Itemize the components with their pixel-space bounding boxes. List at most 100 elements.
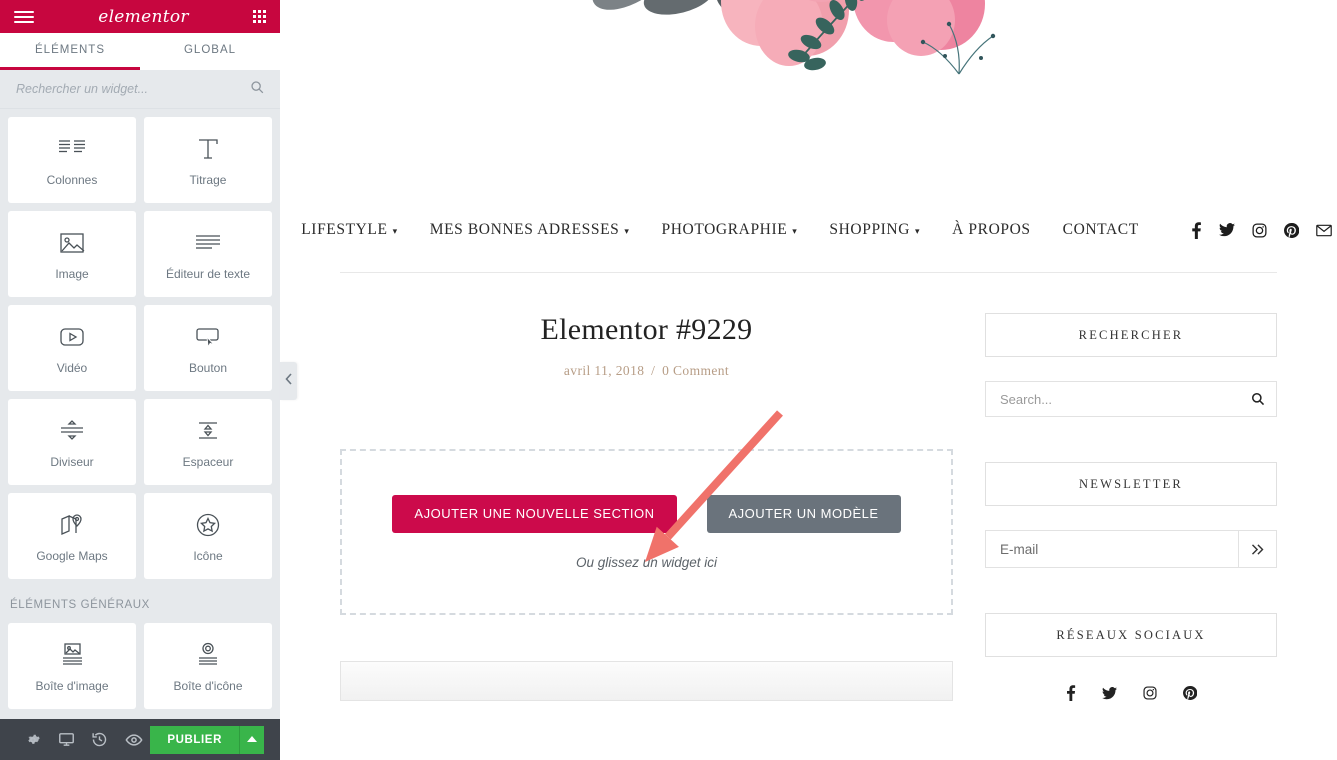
responsive-monitor-icon[interactable] (50, 719, 84, 760)
image-icon (59, 228, 85, 258)
drop-area-buttons: AJOUTER UNE NOUVELLE SECTION AJOUTER UN … (392, 494, 901, 533)
widget-bouton[interactable]: Bouton (144, 305, 272, 391)
nav-label: LIFESTYLE (301, 221, 388, 238)
columns-icon (58, 134, 86, 164)
site-banner-floral (280, 0, 1337, 200)
newsletter-email-input[interactable] (986, 531, 1238, 567)
post-comments-count[interactable]: 0 Comment (662, 363, 729, 378)
caret-up-icon[interactable] (239, 725, 264, 754)
tab-elements[interactable]: ÉLÉMENTS (0, 33, 140, 70)
instagram-icon[interactable] (1252, 222, 1267, 238)
sidebar-column: RECHERCHER NEWSLETTER (985, 313, 1277, 701)
page-content: Elementor #9229 avril 11, 2018 / 0 Comme… (280, 273, 1337, 701)
instagram-icon[interactable] (1142, 686, 1157, 700)
meta-separator: / (651, 363, 656, 378)
divider-icon (58, 416, 86, 446)
widget-search-bar (0, 70, 280, 109)
star-circle-icon (195, 510, 221, 540)
nav-label: À PROPOS (952, 221, 1031, 238)
google-maps-icon (58, 510, 86, 540)
widget-label: Vidéo (56, 360, 88, 375)
widget-label: Google Maps (36, 548, 108, 563)
widget-google-maps[interactable]: Google Maps (8, 493, 136, 579)
search-icon[interactable] (1240, 392, 1276, 406)
chevron-left-icon (284, 372, 293, 390)
nav-item-mes-bonnes-adresses[interactable]: MES BONNES ADRESSES ▾ (414, 221, 646, 239)
sidebar-social-links (985, 685, 1277, 701)
widget-editeur-de-texte[interactable]: Éditeur de texte (144, 211, 272, 297)
nav-label: CONTACT (1062, 221, 1139, 238)
heading-t-icon (195, 134, 221, 164)
widget-titrage[interactable]: Titrage (144, 117, 272, 203)
widget-list[interactable]: Colonnes Titrage Image Éditeur de texte … (0, 109, 280, 719)
widget-label: Bouton (188, 360, 228, 375)
chevron-down-icon: ▾ (392, 225, 398, 236)
add-new-section-button[interactable]: AJOUTER UNE NOUVELLE SECTION (392, 494, 677, 533)
add-template-button[interactable]: AJOUTER UN MODÈLE (706, 494, 901, 533)
widget-diviseur[interactable]: Diviseur (8, 399, 136, 485)
nav-label: PHOTOGRAPHIE (661, 221, 788, 238)
nav-item-photographie[interactable]: PHOTOGRAPHIE ▾ (646, 221, 814, 239)
widget-label: Titrage (189, 172, 227, 187)
widget-search-input[interactable] (16, 82, 250, 96)
pinterest-icon[interactable] (1283, 222, 1299, 238)
site-preview: LIFESTYLE ▾ MES BONNES ADRESSES ▾ PHOTOG… (280, 0, 1337, 760)
nav-label: SHOPPING (829, 221, 911, 238)
widget-label: Colonnes (46, 172, 98, 187)
page-title: Elementor #9229 (540, 313, 753, 346)
text-editor-icon (194, 228, 222, 258)
grid-apps-icon[interactable] (253, 10, 266, 23)
settings-gear-icon[interactable] (16, 719, 50, 760)
widget-grid-basic: Colonnes Titrage Image Éditeur de texte … (8, 109, 272, 709)
panel-header: elementor (0, 0, 280, 33)
panel-tabs: ÉLÉMENTS GLOBAL (0, 33, 280, 70)
hamburger-icon[interactable] (14, 10, 34, 23)
nav-item-shopping[interactable]: SHOPPING ▾ (813, 221, 936, 239)
widget-label: Espaceur (182, 454, 234, 469)
newsletter-form (985, 530, 1277, 568)
tab-global[interactable]: GLOBAL (140, 33, 280, 70)
widget-label: Boîte d'icône (173, 678, 243, 693)
facebook-icon[interactable] (1066, 685, 1076, 701)
email-envelope-icon[interactable] (1315, 224, 1332, 237)
panel-collapse-handle[interactable] (280, 362, 297, 400)
widget-label: Diviseur (50, 454, 94, 469)
icon-box-icon (194, 640, 222, 670)
publish-button[interactable]: PUBLIER (150, 725, 239, 754)
sidebar-widget-title-newsletter: NEWSLETTER (985, 462, 1277, 506)
elementor-drop-area[interactable]: AJOUTER UNE NOUVELLE SECTION AJOUTER UN … (340, 449, 953, 615)
chevron-down-icon: ▾ (915, 225, 921, 236)
sidebar-widget-title-social: RÉSEAUX SOCIAUX (985, 613, 1277, 657)
post-column: Elementor #9229 avril 11, 2018 / 0 Comme… (340, 313, 953, 701)
sidebar-search-input[interactable] (986, 391, 1240, 407)
widget-label: Boîte d'image (35, 678, 109, 693)
elementor-editor-panel: elementor ÉLÉMENTS GLOBAL Col (0, 0, 280, 760)
pinterest-icon[interactable] (1182, 686, 1197, 700)
nav-item-contact[interactable]: CONTACT (1047, 221, 1155, 239)
widget-boite-dicone[interactable]: Boîte d'icône (144, 623, 272, 709)
facebook-icon[interactable] (1191, 221, 1202, 239)
widget-icone[interactable]: Icône (144, 493, 272, 579)
preview-eye-icon[interactable] (117, 719, 151, 760)
drop-area-hint: Ou glissez un widget ici (575, 554, 718, 570)
elementor-logo: elementor (98, 6, 189, 27)
post-date: avril 11, 2018 (563, 363, 645, 378)
sidebar-widget-title-search: RECHERCHER (985, 313, 1277, 357)
widget-image[interactable]: Image (8, 211, 136, 297)
twitter-icon[interactable] (1101, 686, 1117, 700)
widget-espaceur[interactable]: Espaceur (144, 399, 272, 485)
history-revisions-icon[interactable] (83, 719, 117, 760)
panel-footer: PUBLIER (0, 719, 280, 760)
widget-colonnes[interactable]: Colonnes (8, 117, 136, 203)
search-icon[interactable] (250, 80, 264, 99)
widget-boite-dimage[interactable]: Boîte d'image (8, 623, 136, 709)
nav-item-lifestyle[interactable]: LIFESTYLE ▾ (285, 221, 413, 239)
double-chevron-right-icon[interactable] (1238, 531, 1276, 567)
nav-label: MES BONNES ADRESSES (429, 221, 620, 238)
widget-label: Éditeur de texte (165, 266, 251, 281)
widget-label: Icône (193, 548, 223, 563)
widget-video[interactable]: Vidéo (8, 305, 136, 391)
twitter-icon[interactable] (1218, 223, 1235, 237)
nav-item-a-propos[interactable]: À PROPOS (936, 221, 1046, 239)
post-meta: avril 11, 2018 / 0 Comment (340, 363, 953, 379)
